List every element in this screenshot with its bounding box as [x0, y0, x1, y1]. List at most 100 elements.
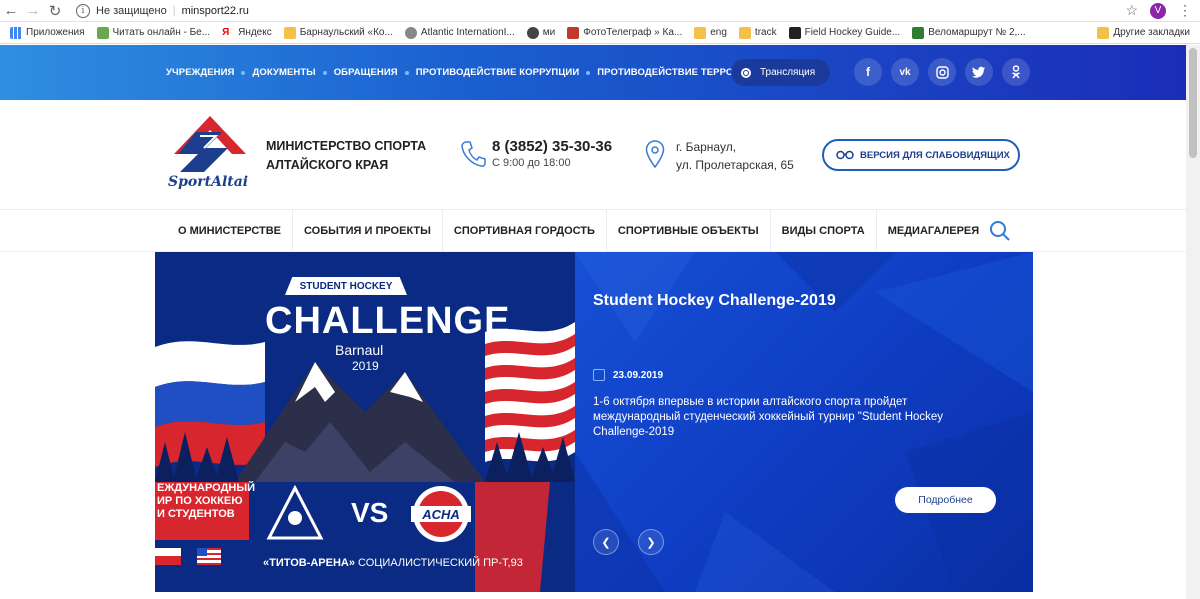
- instagram-icon[interactable]: [928, 58, 956, 86]
- bookmark-folder[interactable]: track: [738, 26, 777, 39]
- scrollbar-thumb[interactable]: [1189, 48, 1197, 158]
- bookmark-item[interactable]: ми: [526, 26, 555, 39]
- browser-toolbar: ← → ↻ i Не защищено | minsport22.ru ☆ V …: [0, 0, 1200, 22]
- bookmark-item[interactable]: Я Яндекс: [222, 27, 272, 39]
- twitter-icon[interactable]: [965, 58, 993, 86]
- bookmark-item[interactable]: Веломаршрут № 2,...: [912, 26, 1026, 39]
- yandex-icon: Я: [222, 26, 230, 38]
- phone-number[interactable]: 8 (3852) 35-30-36: [492, 138, 612, 155]
- facebook-icon[interactable]: f: [854, 58, 882, 86]
- poster-vs: VS: [351, 497, 389, 528]
- phone-icon: [461, 141, 486, 167]
- nav-about[interactable]: О МИНИСТЕРСТВЕ: [167, 210, 293, 252]
- back-icon[interactable]: ←: [0, 0, 22, 22]
- poster-venue-address: СОЦИАЛИСТИЧЕСКИЙ ПР-Т,93: [354, 557, 523, 569]
- separator-dot: [322, 70, 327, 75]
- slide-date-text: 23.09.2019: [613, 369, 664, 381]
- separator-dot: [241, 70, 246, 75]
- toplink-institutions[interactable]: УЧРЕЖДЕНИЯ: [166, 67, 234, 78]
- poster-city: Barnaul: [335, 342, 384, 358]
- accessibility-version-label: ВЕРСИЯ ДЛЯ СЛАБОВИДЯЩИХ: [860, 149, 1010, 161]
- poster-red-line: И СТУДЕНТОВ: [157, 508, 235, 520]
- poster-red-line: ИР ПО ХОККЕЮ: [157, 495, 243, 507]
- next-slide-button[interactable]: ❯: [638, 529, 664, 555]
- leaf-icon: [96, 26, 109, 39]
- main-navigation: О МИНИСТЕРСТВЕ СОБЫТИЯ И ПРОЕКТЫ СПОРТИВ…: [0, 210, 1186, 252]
- site-favicon-icon: [912, 26, 925, 39]
- news-slider: STUDENT HOCKEY CHALLENGE Barnaul 2019 ЕЖ…: [155, 252, 1033, 592]
- poster-subtitle: STUDENT HOCKEY: [285, 277, 407, 295]
- bookmark-item[interactable]: Читать онлайн - Бе...: [96, 26, 210, 39]
- info-icon[interactable]: i: [76, 3, 90, 18]
- security-label: Не защищено: [96, 4, 167, 17]
- bookmark-star-icon[interactable]: ☆: [1125, 2, 1138, 19]
- location-pin-icon: [645, 140, 665, 168]
- nav-sports[interactable]: ВИДЫ СПОРТА: [771, 210, 877, 252]
- titov-arena-logo: [266, 484, 324, 540]
- poster-venue-name: «ТИТОВ-АРЕНА»: [263, 557, 355, 569]
- address-city: г. Барнаул,: [676, 140, 737, 154]
- apps-grid-icon: [10, 26, 22, 39]
- folder-icon: [738, 26, 751, 39]
- glasses-icon: [836, 150, 854, 160]
- bookmark-folder[interactable]: eng: [694, 26, 727, 39]
- toplink-anticorruption[interactable]: ПРОТИВОДЕЙСТВИЕ КОРРУПЦИИ: [416, 67, 580, 78]
- nav-events[interactable]: СОБЫТИЯ И ПРОЕКТЫ: [293, 210, 443, 252]
- ministry-title-line1: МИНИСТЕРСТВО СПОРТА: [266, 139, 427, 153]
- site-favicon-icon: [567, 26, 580, 39]
- separator-dot: [586, 70, 591, 75]
- poster-title: CHALLENGE: [265, 300, 511, 342]
- nav-pride[interactable]: СПОРТИВНАЯ ГОРДОСТЬ: [443, 210, 607, 252]
- broadcast-button[interactable]: Трансляция: [731, 59, 830, 86]
- bookmark-item[interactable]: Барнаульский «Ко...: [283, 26, 393, 39]
- bookmark-item[interactable]: ФотоТелеграф » Ка...: [567, 26, 682, 39]
- address-separator: |: [172, 4, 176, 17]
- globe-icon: [526, 26, 539, 39]
- acha-text: ACHA: [421, 507, 460, 522]
- accessibility-version-button[interactable]: ВЕРСИЯ ДЛЯ СЛАБОВИДЯЩИХ: [822, 139, 1020, 171]
- toplink-documents[interactable]: ДОКУМЕНТЫ: [252, 67, 315, 78]
- bookmark-item[interactable]: Field Hockey Guide...: [788, 26, 900, 39]
- other-bookmarks[interactable]: Другие закладки: [1097, 26, 1190, 39]
- poster-year: 2019: [352, 359, 379, 373]
- site-favicon-icon: [788, 26, 801, 39]
- poster-venue: «ТИТОВ-АРЕНА» СОЦИАЛИСТИЧЕСКИЙ ПР-Т,93: [263, 557, 523, 569]
- nav-media[interactable]: МЕДИАГАЛЕРЕЯ: [877, 210, 990, 252]
- site-topbar: УЧРЕЖДЕНИЯ ДОКУМЕНТЫ ОБРАЩЕНИЯ ПРОТИВОДЕ…: [0, 45, 1186, 100]
- odnoklassniki-icon[interactable]: [1002, 58, 1030, 86]
- bookmark-item[interactable]: Atlantic InternationI...: [404, 26, 515, 39]
- forward-icon[interactable]: →: [22, 0, 44, 22]
- address: г. Барнаул, ул. Пролетарская, 65: [676, 138, 794, 174]
- address-bar[interactable]: i Не защищено | minsport22.ru: [76, 3, 1125, 18]
- folder-icon: [694, 26, 707, 39]
- page-scrollbar[interactable]: [1186, 45, 1200, 599]
- social-links: f vk: [854, 58, 1039, 86]
- site-logo[interactable]: SportAltai: [166, 114, 254, 192]
- slide-poster[interactable]: STUDENT HOCKEY CHALLENGE Barnaul 2019 ЕЖ…: [155, 252, 575, 592]
- calendar-icon: [593, 369, 605, 381]
- vk-icon[interactable]: vk: [891, 58, 919, 86]
- slide-description: 1-6 октября впервые в истории алтайского…: [593, 396, 944, 438]
- url-text[interactable]: minsport22.ru: [182, 5, 249, 17]
- prev-slide-button[interactable]: ❮: [593, 529, 619, 555]
- bookmark-item[interactable]: Приложения: [10, 26, 85, 39]
- slide-date: 23.09.2019: [593, 369, 663, 381]
- toplink-appeals[interactable]: ОБРАЩЕНИЯ: [334, 67, 398, 78]
- slide-title[interactable]: Student Hockey Challenge-2019: [593, 292, 836, 310]
- logo-text: SportAltai: [168, 174, 248, 190]
- search-icon[interactable]: [989, 220, 1011, 242]
- site-header: SportAltai МИНИСТЕРСТВО СПОРТА АЛТАЙСКОГ…: [0, 100, 1186, 210]
- folder-icon: [1097, 26, 1110, 39]
- poster-red-line: ЕЖДУНАРОДНЫЙ: [157, 482, 256, 494]
- site-favicon-icon: [283, 26, 296, 39]
- record-icon: [741, 67, 751, 78]
- reload-icon[interactable]: ↻: [44, 0, 66, 22]
- menu-dots-icon[interactable]: ⋮: [1178, 2, 1192, 19]
- top-links: УЧРЕЖДЕНИЯ ДОКУМЕНТЫ ОБРАЩЕНИЯ ПРОТИВОДЕ…: [166, 67, 767, 78]
- profile-avatar[interactable]: V: [1150, 2, 1166, 19]
- acha-logo: ACHA: [411, 486, 471, 542]
- nav-facilities[interactable]: СПОРТИВНЫЕ ОБЪЕКТЫ: [607, 210, 771, 252]
- more-button[interactable]: Подробнее: [895, 487, 996, 513]
- broadcast-label: Трансляция: [760, 67, 816, 78]
- poster-red-panel: ЕЖДУНАРОДНЫЙ ИР ПО ХОККЕЮ И СТУДЕНТОВ: [155, 482, 256, 540]
